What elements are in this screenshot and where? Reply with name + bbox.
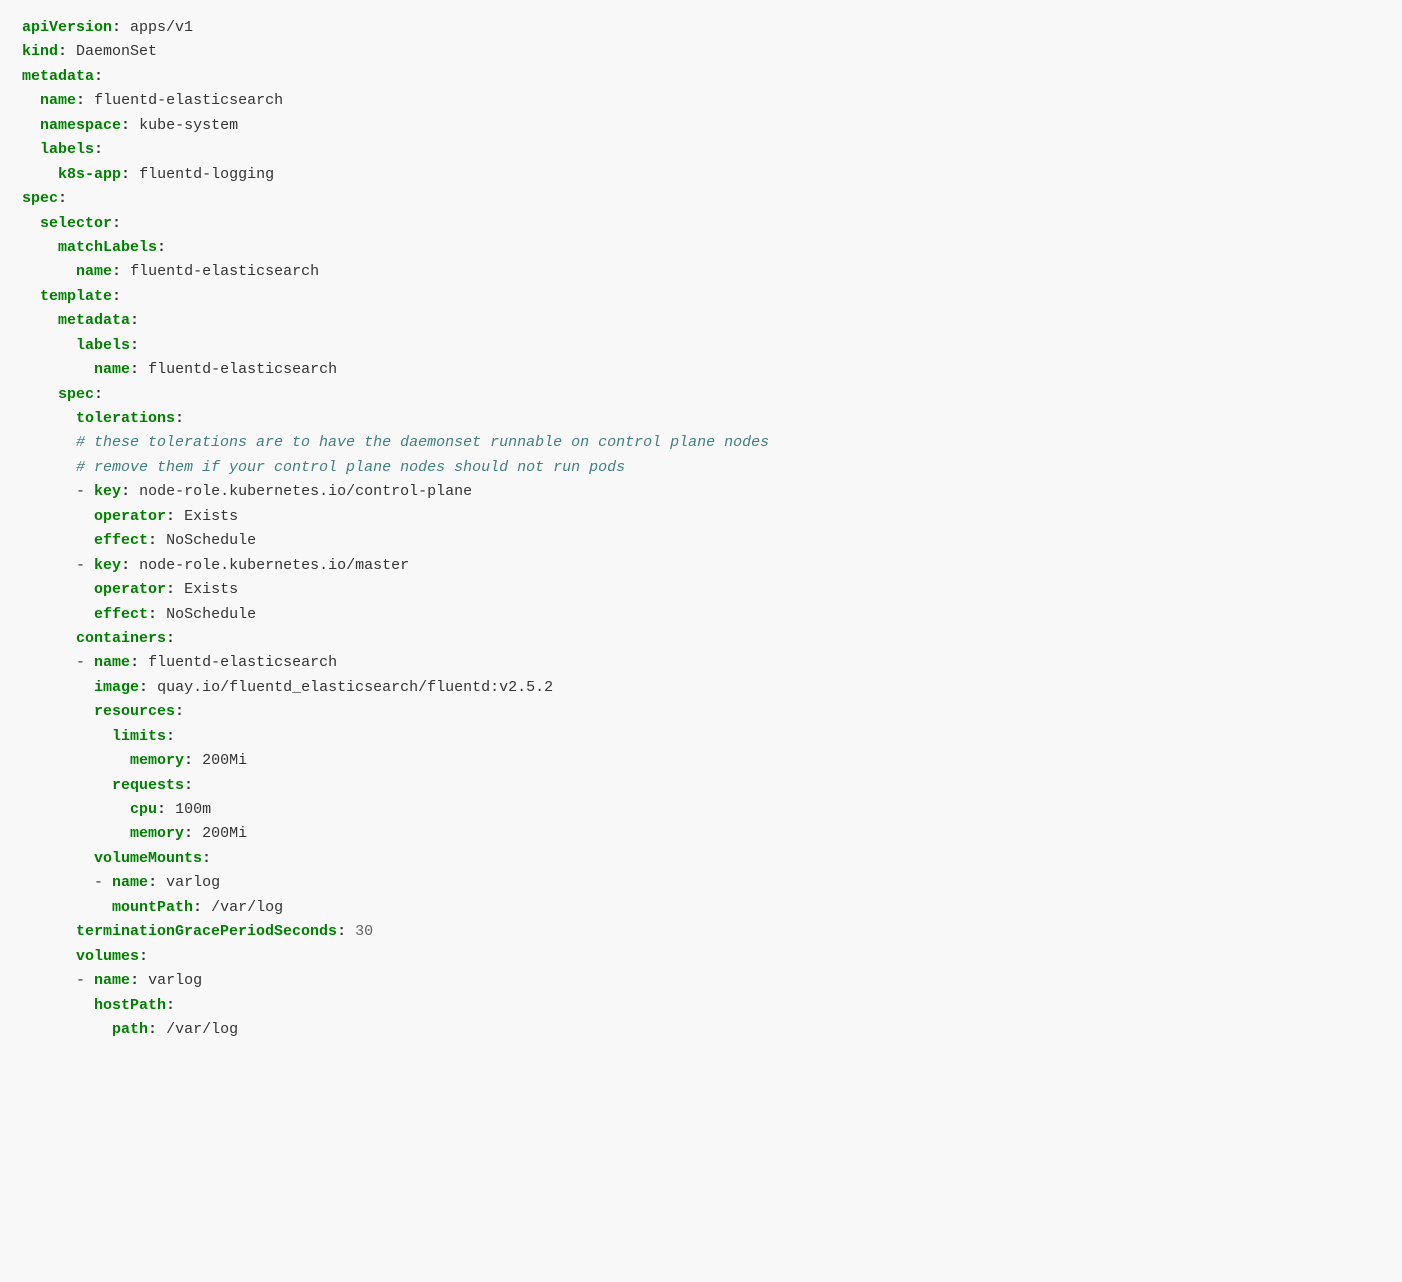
yaml-value: /var/log — [166, 1021, 238, 1038]
yaml-value: apps/v1 — [130, 19, 193, 36]
yaml-key: apiVersion — [22, 19, 112, 36]
yaml-key: matchLabels — [58, 239, 157, 256]
yaml-code-block: apiVersion: apps/v1 kind: DaemonSet meta… — [22, 16, 1380, 1042]
yaml-value: Exists — [184, 508, 238, 525]
yaml-key: terminationGracePeriodSeconds — [76, 923, 337, 940]
yaml-key: effect — [94, 532, 148, 549]
yaml-key: key — [94, 483, 121, 500]
yaml-key: name — [94, 972, 130, 989]
yaml-key: hostPath — [94, 997, 166, 1014]
yaml-key: name — [76, 263, 112, 280]
yaml-key: limits — [112, 728, 166, 745]
yaml-key: requests — [112, 777, 184, 794]
yaml-key: k8s-app — [58, 166, 121, 183]
yaml-key: volumeMounts — [94, 850, 202, 867]
yaml-value: NoSchedule — [166, 606, 256, 623]
yaml-value: fluentd-elasticsearch — [130, 263, 319, 280]
yaml-comment: # remove them if your control plane node… — [76, 459, 625, 476]
yaml-key: labels — [40, 141, 94, 158]
yaml-key: template — [40, 288, 112, 305]
yaml-value: fluentd-elasticsearch — [148, 654, 337, 671]
yaml-key: memory — [130, 825, 184, 842]
yaml-key: containers — [76, 630, 166, 647]
yaml-value: node-role.kubernetes.io/master — [139, 557, 409, 574]
yaml-key: metadata — [58, 312, 130, 329]
yaml-value: node-role.kubernetes.io/control-plane — [139, 483, 472, 500]
yaml-key: name — [40, 92, 76, 109]
yaml-key: namespace — [40, 117, 121, 134]
yaml-key: name — [94, 654, 130, 671]
yaml-key: cpu — [130, 801, 157, 818]
yaml-value: fluentd-logging — [139, 166, 274, 183]
yaml-key: image — [94, 679, 139, 696]
yaml-value: NoSchedule — [166, 532, 256, 549]
yaml-key: kind — [22, 43, 58, 60]
yaml-key: selector — [40, 215, 112, 232]
yaml-key: name — [112, 874, 148, 891]
yaml-key: volumes — [76, 948, 139, 965]
yaml-value: varlog — [148, 972, 202, 989]
yaml-value: 30 — [355, 923, 373, 940]
yaml-key: path — [112, 1021, 148, 1038]
yaml-key: operator — [94, 581, 166, 598]
yaml-value: 200Mi — [202, 752, 247, 769]
yaml-key: name — [94, 361, 130, 378]
yaml-value: 200Mi — [202, 825, 247, 842]
yaml-key: key — [94, 557, 121, 574]
yaml-key: metadata — [22, 68, 94, 85]
yaml-key: operator — [94, 508, 166, 525]
yaml-value: fluentd-elasticsearch — [94, 92, 283, 109]
yaml-key: tolerations — [76, 410, 175, 427]
yaml-value: DaemonSet — [76, 43, 157, 60]
yaml-key: spec — [22, 190, 58, 207]
yaml-key: labels — [76, 337, 130, 354]
yaml-value: kube-system — [139, 117, 238, 134]
yaml-key: resources — [94, 703, 175, 720]
yaml-key: spec — [58, 386, 94, 403]
yaml-comment: # these tolerations are to have the daem… — [76, 434, 769, 451]
yaml-key: mountPath — [112, 899, 193, 916]
yaml-key: memory — [130, 752, 184, 769]
yaml-value: 100m — [175, 801, 211, 818]
yaml-value: Exists — [184, 581, 238, 598]
yaml-key: effect — [94, 606, 148, 623]
yaml-value: quay.io/fluentd_elasticsearch/fluentd:v2… — [157, 679, 553, 696]
yaml-value: fluentd-elasticsearch — [148, 361, 337, 378]
yaml-value: varlog — [166, 874, 220, 891]
yaml-value: /var/log — [211, 899, 283, 916]
